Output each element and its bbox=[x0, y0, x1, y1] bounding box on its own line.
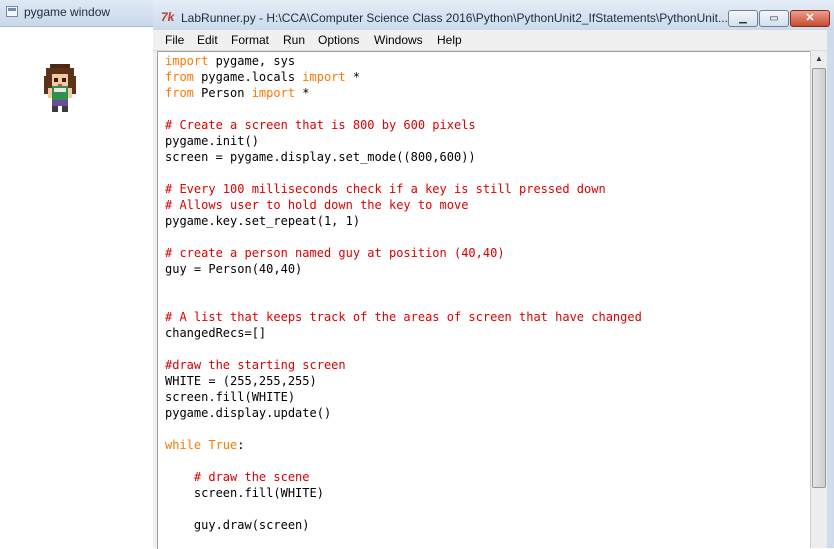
code-comment: # A list that keeps track of the areas o… bbox=[165, 310, 642, 324]
person-sprite bbox=[44, 64, 76, 112]
code-line: # create a person named guy at position … bbox=[165, 245, 642, 261]
code-token: pygame.init() bbox=[165, 134, 259, 148]
code-token: screen = pygame.display.set_mode((800,60… bbox=[165, 150, 476, 164]
menu-edit[interactable]: Edit bbox=[197, 33, 218, 47]
pygame-window-title: pygame window bbox=[24, 5, 111, 19]
code-line: ​ bbox=[165, 229, 642, 245]
code-token: screen.fill(WHITE) bbox=[165, 390, 296, 404]
code-token: Person bbox=[193, 86, 252, 100]
code-line: guy = Person(40,40) bbox=[165, 261, 642, 277]
editor-titlebar[interactable]: 7k LabRunner.py - H:\CCA\Computer Scienc… bbox=[153, 0, 834, 31]
menu-windows[interactable]: Windows bbox=[374, 33, 423, 47]
menu-help[interactable]: Help bbox=[437, 33, 462, 47]
code-token: pygame.locals bbox=[193, 70, 303, 84]
code-keyword: import bbox=[251, 86, 296, 100]
code-line: pygame.key.set_repeat(1, 1) bbox=[165, 213, 642, 229]
menu-bar: File Edit Format Run Options Windows Hel… bbox=[153, 30, 834, 51]
code-token: * bbox=[345, 70, 361, 84]
code-comment: #draw the starting screen bbox=[165, 358, 346, 372]
pygame-titlebar[interactable]: pygame window bbox=[0, 0, 153, 27]
menu-file[interactable]: File bbox=[165, 33, 184, 47]
code-line: ​ bbox=[165, 421, 642, 437]
code-keyword: from bbox=[165, 70, 194, 84]
maximize-icon: ▭ bbox=[769, 13, 779, 24]
editor-window-title: LabRunner.py - H:\CCA\Computer Science C… bbox=[181, 11, 728, 25]
code-line: pygame.display.update() bbox=[165, 405, 642, 421]
code-line: guy.draw(screen) bbox=[165, 517, 642, 533]
scroll-up-arrow-icon[interactable]: ▲ bbox=[811, 51, 827, 67]
code-line: pygame.init() bbox=[165, 133, 642, 149]
code-text-area[interactable]: import pygame, sys from pygame.locals imp… bbox=[165, 53, 642, 533]
code-line: ​ bbox=[165, 501, 642, 517]
code-line: ​ bbox=[165, 341, 642, 357]
code-comment: # Allows user to hold down the key to mo… bbox=[165, 198, 469, 212]
code-token: * bbox=[295, 86, 310, 100]
scrollbar-thumb[interactable] bbox=[812, 68, 826, 488]
code-line: # A list that keeps track of the areas o… bbox=[165, 309, 642, 325]
code-line: WHITE = (255,255,255) bbox=[165, 373, 642, 389]
code-comment: # Create a screen that is 800 by 600 pix… bbox=[165, 118, 476, 132]
code-token: changedRecs=[] bbox=[165, 326, 267, 340]
pygame-window[interactable]: pygame window bbox=[0, 0, 154, 548]
code-line: changedRecs=[] bbox=[165, 325, 642, 341]
window-app-icon bbox=[6, 6, 18, 17]
code-line: while True: bbox=[165, 437, 642, 453]
menu-options[interactable]: Options bbox=[318, 33, 359, 47]
code-token: pygame.display.update() bbox=[165, 406, 332, 420]
code-token: guy.draw(screen) bbox=[165, 518, 310, 532]
code-keyword: import bbox=[302, 70, 346, 84]
code-line: screen = pygame.display.set_mode((800,60… bbox=[165, 149, 642, 165]
code-line: ​ bbox=[165, 277, 642, 293]
code-line: ​ bbox=[165, 101, 642, 117]
tk-feather-icon: 7k bbox=[161, 10, 175, 24]
code-line: from Person import * bbox=[165, 85, 642, 101]
code-token: : bbox=[237, 438, 245, 452]
code-line: # draw the scene bbox=[165, 469, 642, 485]
code-line: import pygame, sys bbox=[165, 53, 642, 69]
code-line: # Every 100 milliseconds check if a key … bbox=[165, 181, 642, 197]
code-token: screen.fill(WHITE) bbox=[165, 486, 324, 500]
code-line: ​ bbox=[165, 165, 642, 181]
editor-window[interactable]: 7k LabRunner.py - H:\CCA\Computer Scienc… bbox=[153, 0, 834, 549]
code-comment: # create a person named guy at position … bbox=[165, 246, 505, 260]
code-line: #draw the starting screen bbox=[165, 357, 642, 373]
code-editor[interactable]: import pygame, sys from pygame.locals imp… bbox=[157, 51, 828, 549]
menu-run[interactable]: Run bbox=[283, 33, 305, 47]
code-line: screen.fill(WHITE) bbox=[165, 485, 642, 501]
code-comment: # Every 100 milliseconds check if a key … bbox=[165, 182, 606, 196]
code-token: guy = Person(40,40) bbox=[165, 262, 303, 276]
menu-format[interactable]: Format bbox=[231, 33, 269, 47]
code-comment: # draw the scene bbox=[193, 470, 310, 484]
code-keyword: while bbox=[165, 438, 202, 452]
code-token: pygame, sys bbox=[208, 54, 296, 68]
code-token: WHITE = (255,255,255) bbox=[165, 374, 317, 388]
code-keyword: True bbox=[208, 438, 238, 452]
code-line: from pygame.locals import * bbox=[165, 69, 642, 85]
code-line: ​ bbox=[165, 293, 642, 309]
maximize-button[interactable]: ▭ bbox=[759, 10, 789, 27]
code-keyword: import bbox=[165, 54, 209, 68]
code-line: ​ bbox=[165, 453, 642, 469]
vertical-scrollbar[interactable]: ▲ bbox=[810, 51, 827, 548]
code-token: pygame.key.set_repeat(1, 1) bbox=[165, 214, 361, 228]
code-keyword: from bbox=[165, 86, 194, 100]
minimize-button[interactable]: ▁ bbox=[728, 10, 758, 27]
close-button[interactable]: ✕ bbox=[790, 10, 830, 27]
minimize-icon: ▁ bbox=[739, 13, 747, 24]
code-line: # Allows user to hold down the key to mo… bbox=[165, 197, 642, 213]
code-line: # Create a screen that is 800 by 600 pix… bbox=[165, 117, 642, 133]
close-icon: ✕ bbox=[805, 12, 815, 24]
window-frame bbox=[827, 30, 834, 548]
code-line: screen.fill(WHITE) bbox=[165, 389, 642, 405]
